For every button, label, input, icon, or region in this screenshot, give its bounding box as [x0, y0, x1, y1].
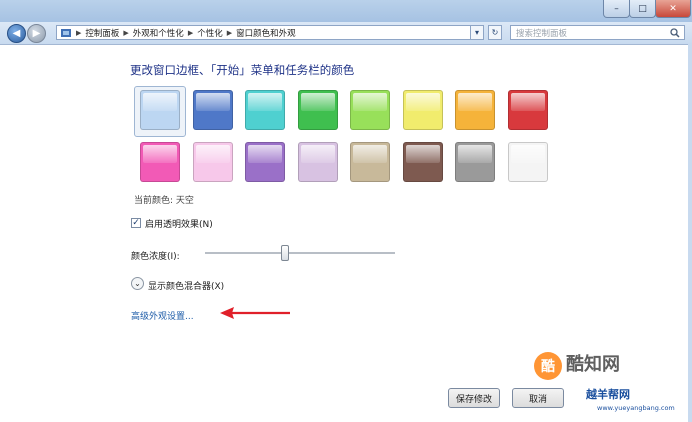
color-swatch-fuchsia[interactable]	[140, 142, 180, 182]
color-swatch-lavender[interactable]	[297, 142, 338, 182]
navigation-bar: ◀ ▶ ▶ 控制面板 ▶ 外观和个性化 ▶ 个性化 ▶ 窗口颜色和外观 ▾ ↻ …	[0, 22, 692, 45]
color-swatch-violet[interactable]	[245, 142, 285, 182]
color-swatch-ruby[interactable]	[507, 90, 548, 130]
cancel-button[interactable]: 取消	[512, 388, 564, 408]
address-dropdown-button[interactable]: ▾	[470, 25, 484, 40]
close-icon: ✕	[669, 3, 677, 14]
chevron-down-icon: ▾	[474, 28, 479, 37]
color-mixer-expander-button[interactable]: ⌄	[131, 277, 144, 290]
refresh-icon: ↻	[491, 28, 499, 37]
search-placeholder: 搜索控制面板	[516, 28, 568, 39]
minimize-button[interactable]: –	[603, 0, 630, 18]
chevron-down-icon: ⌄	[134, 279, 141, 288]
back-arrow-icon: ◀	[12, 28, 21, 39]
breadcrumb-item[interactable]: 控制面板	[85, 27, 119, 39]
color-swatch-taupe[interactable]	[350, 142, 390, 182]
current-color-label: 当前颜色: 天空	[134, 196, 194, 206]
forward-button[interactable]: ▶	[27, 24, 46, 43]
refresh-button[interactable]: ↻	[488, 25, 502, 40]
breadcrumb-item[interactable]: 窗口颜色和外观	[236, 27, 296, 39]
color-swatch-frost[interactable]	[507, 142, 548, 182]
close-button[interactable]: ✕	[655, 0, 691, 18]
breadcrumb-separator-icon: ▶	[123, 28, 129, 37]
watermark-url: www.yueyangbang.com	[597, 404, 675, 412]
watermark-site-name: 越羊帮网	[586, 388, 630, 401]
breadcrumb-separator-icon: ▶	[187, 28, 194, 37]
maximize-button[interactable]: □	[629, 0, 656, 18]
watermark-badge-icon: 酷	[534, 352, 562, 380]
color-swatch-chocolate[interactable]	[402, 142, 443, 182]
color-swatch-lightning[interactable]	[402, 90, 443, 130]
transparency-label[interactable]: 启用透明效果(N)	[145, 217, 213, 230]
back-button[interactable]: ◀	[7, 24, 26, 43]
breadcrumb-separator-icon: ▶	[76, 28, 82, 37]
red-arrow-annotation	[220, 307, 290, 319]
window-border	[688, 44, 692, 422]
color-swatch-slate[interactable]	[455, 142, 495, 182]
save-changes-button[interactable]: 保存修改	[448, 388, 500, 408]
color-swatch-leaf[interactable]	[297, 90, 338, 130]
search-icon	[670, 27, 680, 38]
address-bar[interactable]: ▶ 控制面板 ▶ 外观和个性化 ▶ 个性化 ▶ 窗口颜色和外观	[56, 25, 482, 40]
color-swatch-sky[interactable]	[140, 90, 180, 130]
breadcrumb-item[interactable]: 个性化	[197, 27, 223, 39]
color-swatch-lime[interactable]	[350, 90, 390, 130]
color-intensity-slider-thumb[interactable]	[280, 245, 289, 261]
maximize-icon: □	[638, 3, 647, 14]
breadcrumb-separator-icon: ▶	[226, 28, 233, 37]
minimize-icon: –	[614, 3, 619, 14]
color-swatch-twilight[interactable]	[192, 90, 233, 130]
window-titlebar: – □ ✕	[0, 0, 692, 22]
color-swatch-blush[interactable]	[192, 142, 233, 182]
color-mixer-label[interactable]: 显示颜色混合器(X)	[148, 279, 224, 292]
control-panel-icon	[61, 28, 71, 37]
breadcrumb-item[interactable]: 外观和个性化	[133, 27, 184, 39]
watermark-text: 酷知网	[566, 354, 620, 375]
search-input[interactable]: 搜索控制面板	[510, 25, 685, 40]
color-intensity-slider-track[interactable]	[205, 252, 395, 254]
advanced-appearance-link[interactable]: 高级外观设置...	[131, 309, 194, 322]
page-title: 更改窗口边框、「开始」菜单和任务栏的颜色	[130, 63, 355, 77]
color-intensity-label: 颜色浓度(I):	[131, 252, 180, 262]
forward-arrow-icon: ▶	[32, 28, 41, 39]
transparency-checkbox[interactable]: ✓	[131, 218, 141, 228]
color-swatch-sea[interactable]	[245, 90, 285, 130]
color-swatch-pumpkin[interactable]	[455, 90, 495, 130]
